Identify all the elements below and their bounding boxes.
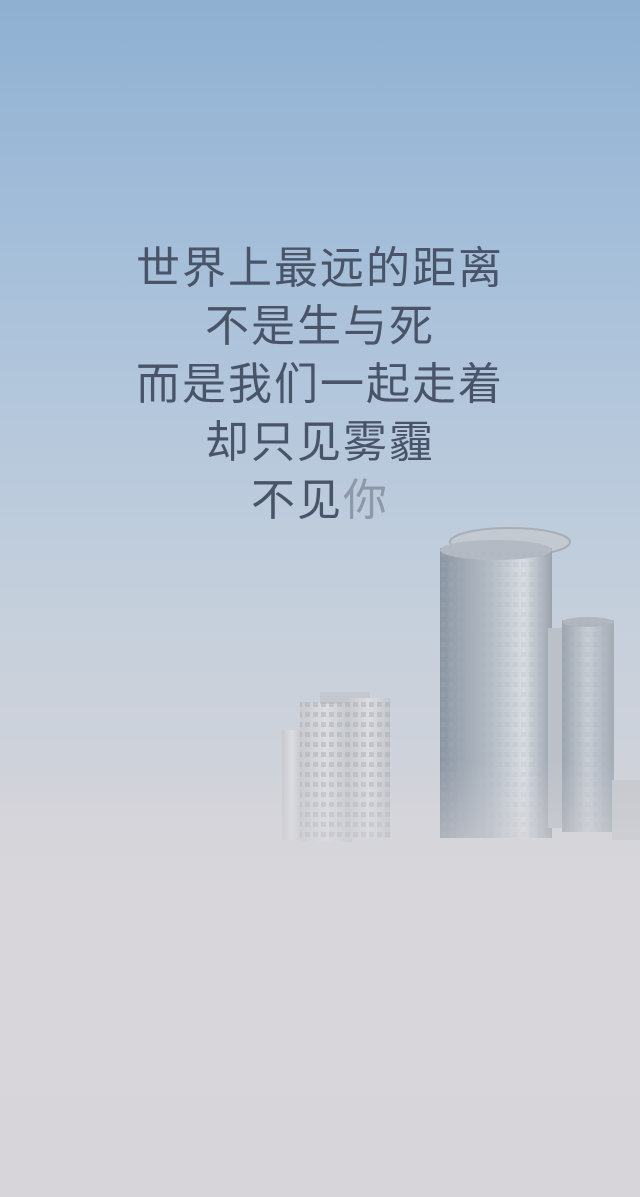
poem-text: 世界上最远的距离 不是生与死 而是我们一起走着 却只见雾霾 不见你	[0, 240, 640, 530]
skyline-illustration	[0, 527, 640, 1197]
poem-line-5-faded-word: 你	[343, 475, 389, 526]
fog-layer	[0, 760, 640, 1197]
poem-line-2: 不是生与死	[205, 301, 435, 352]
poem-line-5-prefix: 不见	[251, 475, 343, 526]
poem-line-3: 而是我们一起走着	[136, 359, 504, 410]
poem-line-5: 不见你	[0, 472, 640, 530]
poem-line-4: 却只见雾霾	[205, 417, 435, 468]
poem-line-1: 世界上最远的距离	[136, 243, 504, 294]
foggy-city-photo: 世界上最远的距离 不是生与死 而是我们一起走着 却只见雾霾 不见你	[0, 0, 640, 1197]
